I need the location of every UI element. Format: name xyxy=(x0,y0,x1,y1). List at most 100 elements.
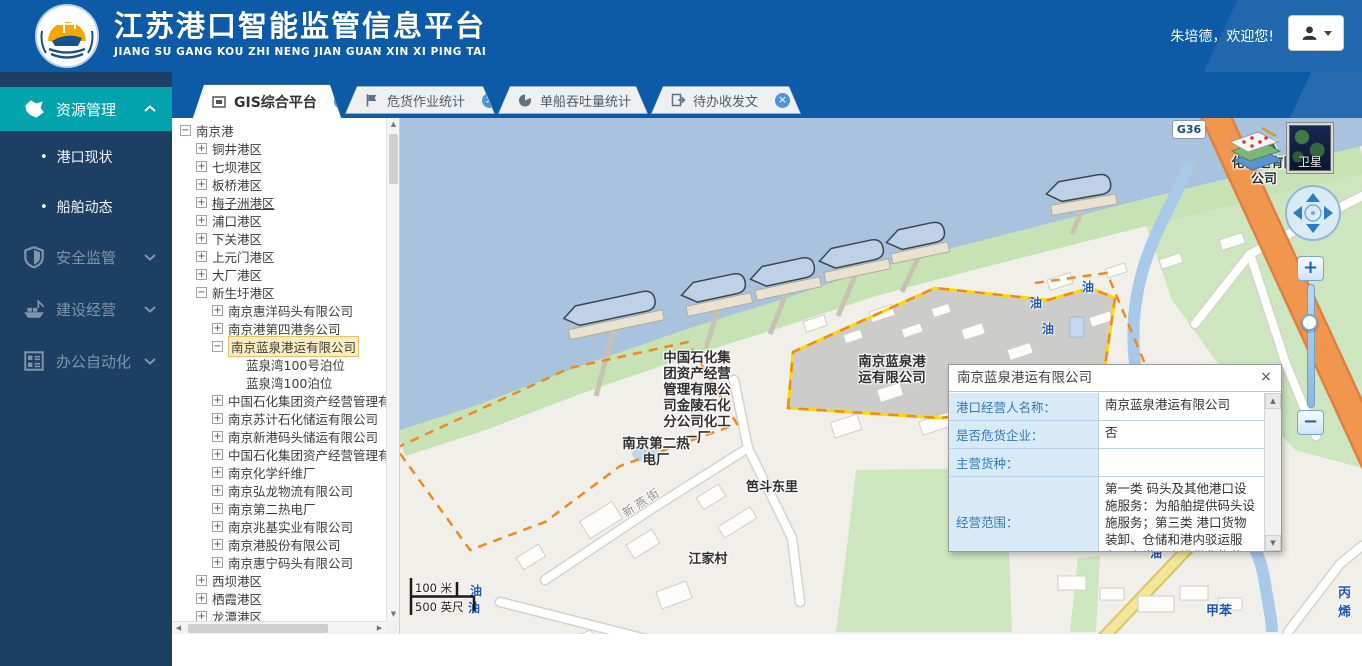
expand-icon[interactable] xyxy=(212,431,223,442)
expand-icon[interactable] xyxy=(196,161,207,172)
expand-icon[interactable] xyxy=(196,611,207,622)
tree-item[interactable]: 龙潭港区 xyxy=(176,607,386,621)
scroll-down-icon[interactable]: ▼ xyxy=(387,608,400,621)
expand-icon[interactable] xyxy=(196,233,207,244)
tree-item-berth[interactable]: 蓝泉湾100泊位 xyxy=(176,373,386,391)
expand-icon[interactable] xyxy=(212,467,223,478)
attribute-label: 港口经营人名称： xyxy=(949,393,1099,420)
sidebar-item-office-automation[interactable]: 办公自动化 xyxy=(0,349,172,373)
scrollbar-corner xyxy=(386,621,399,634)
sidebar-subitem-label: 船舶动态 xyxy=(57,197,113,217)
collapse-icon[interactable] xyxy=(196,287,207,298)
tree-item[interactable]: 南京新港码头储运有限公司 xyxy=(176,427,386,445)
expand-icon[interactable] xyxy=(212,539,223,550)
tab-close-button[interactable] xyxy=(334,94,349,109)
user-menu-button[interactable] xyxy=(1288,15,1344,51)
expand-icon[interactable] xyxy=(196,575,207,586)
tree-item[interactable]: 栖霞港区 xyxy=(176,589,386,607)
scroll-up-icon[interactable]: ▲ xyxy=(387,118,400,131)
tree-item-berth[interactable]: 蓝泉湾100号泊位 xyxy=(176,355,386,373)
scroll-right-icon[interactable]: ▶ xyxy=(373,622,386,635)
tree-item[interactable]: 西坝港区 xyxy=(176,571,386,589)
tree-item[interactable]: 中国石化集团资产经营管理有 xyxy=(176,391,386,409)
pie-chart-icon xyxy=(517,92,533,108)
gis-map-canvas[interactable]: 中国石化集团资产经营管理有限公司金陵石化分公司化工一厂 南京蓝泉港运有限公司 南… xyxy=(400,118,1362,634)
expand-icon[interactable] xyxy=(196,269,207,280)
tree-item[interactable]: 七坝港区 xyxy=(176,157,386,175)
expand-icon[interactable] xyxy=(196,179,207,190)
tree-item[interactable]: 南京第二热电厂 xyxy=(176,499,386,517)
tab-dangerous-cargo-stats[interactable]: 危货作业统计 xyxy=(345,86,495,114)
map-label-oil: 油 xyxy=(1030,294,1042,311)
expand-icon[interactable] xyxy=(212,305,223,316)
collapse-icon[interactable] xyxy=(212,341,223,352)
tree-item[interactable]: 南京兆基实业有限公司 xyxy=(176,517,386,535)
tree-item-nanjing-port[interactable]: 南京港 xyxy=(176,121,386,139)
tree-item[interactable]: 南京惠洋码头有限公司 xyxy=(176,301,386,319)
close-icon[interactable]: × xyxy=(1257,368,1275,386)
scrollbar-thumb[interactable] xyxy=(389,134,398,184)
table-row: 港口经营人名称： 南京蓝泉港运有限公司 xyxy=(949,393,1264,421)
zoom-slider-handle[interactable] xyxy=(1301,314,1318,331)
expand-icon[interactable] xyxy=(212,449,223,460)
sidebar-item-ship-dynamics[interactable]: 船舶动态 xyxy=(0,197,172,217)
map-pan-control[interactable] xyxy=(1284,184,1342,242)
collapse-icon[interactable] xyxy=(180,125,191,136)
tree-item[interactable]: 南京化学纤维厂 xyxy=(176,463,386,481)
scroll-down-icon[interactable]: ▼ xyxy=(1265,535,1281,551)
sidebar-item-construction-operation[interactable]: 建设经营 xyxy=(0,297,172,321)
map-label-thermal-plant: 南京第二热电厂 xyxy=(616,436,696,468)
tree-item[interactable]: 浦口港区 xyxy=(176,211,386,229)
page-title: 江苏港口智能监管信息平台 JIANG SU GANG KOU ZHI NENG … xyxy=(114,8,486,58)
expand-icon[interactable] xyxy=(212,485,223,496)
tree-item[interactable]: 大厂港区 xyxy=(176,265,386,283)
map-scale-bar: 100 米 500 英尺 xyxy=(408,576,498,622)
expand-icon[interactable] xyxy=(212,323,223,334)
tab-label: 危货作业统计 xyxy=(387,91,465,110)
tree-item[interactable]: 南京苏计石化储运有限公司 xyxy=(176,409,386,427)
tree-item[interactable]: 上元门港区 xyxy=(176,247,386,265)
expand-icon[interactable] xyxy=(196,251,207,262)
popup-scrollbar[interactable]: ▲ ▼ xyxy=(1264,393,1281,551)
expand-icon[interactable] xyxy=(212,557,223,568)
tree-item[interactable]: 南京弘龙物流有限公司 xyxy=(176,481,386,499)
expand-icon[interactable] xyxy=(196,593,207,604)
expand-icon[interactable] xyxy=(196,197,207,208)
expand-icon[interactable] xyxy=(212,503,223,514)
tree-item[interactable]: 板桥港区 xyxy=(176,175,386,193)
tree-item[interactable]: 铜井港区 xyxy=(176,139,386,157)
scrollbar-thumb[interactable] xyxy=(188,624,328,633)
tree-vertical-scrollbar[interactable]: ▲ ▼ xyxy=(386,118,399,621)
tab-label: 单船吞吐量统计 xyxy=(540,91,631,110)
sidebar-item-resource-management[interactable]: 资源管理 xyxy=(0,87,172,131)
tree-item[interactable]: 梅子洲港区 xyxy=(176,193,386,211)
expand-icon[interactable] xyxy=(212,521,223,532)
tab-close-button[interactable] xyxy=(482,93,497,108)
zoom-slider-track[interactable] xyxy=(1307,284,1315,408)
map-layers-marker-icon[interactable] xyxy=(1222,124,1286,176)
tab-pending-documents[interactable]: 待办收发文 xyxy=(651,86,801,114)
sidebar-item-port-status[interactable]: 港口现状 xyxy=(0,147,172,167)
sidebar-item-safety-supervision[interactable]: 安全监管 xyxy=(0,245,172,269)
scroll-left-icon[interactable]: ◀ xyxy=(172,622,185,635)
zoom-out-button[interactable]: − xyxy=(1297,410,1324,435)
expand-icon[interactable] xyxy=(212,413,223,424)
tree-item[interactable]: 下关港区 xyxy=(176,229,386,247)
tree-item[interactable]: 新生圩港区 xyxy=(176,283,386,301)
tab-single-ship-throughput-stats[interactable]: 单船吞吐量统计 xyxy=(498,86,648,114)
tree-item[interactable]: 南京惠宁码头有限公司 xyxy=(176,553,386,571)
satellite-view-button[interactable]: 卫星 xyxy=(1286,122,1334,174)
zoom-in-button[interactable]: + xyxy=(1297,256,1324,281)
gis-map-icon xyxy=(211,94,227,110)
tree-horizontal-scrollbar[interactable]: ◀ ▶ xyxy=(172,621,386,634)
tab-gis-platform[interactable]: GIS综合平台 xyxy=(192,84,342,118)
tree-item[interactable]: 南京港第四港务公司 xyxy=(176,319,386,337)
scroll-up-icon[interactable]: ▲ xyxy=(1265,393,1281,409)
tree-item-selected[interactable]: 南京蓝泉港运有限公司 xyxy=(176,337,386,355)
expand-icon[interactable] xyxy=(196,143,207,154)
expand-icon[interactable] xyxy=(196,215,207,226)
tree-item[interactable]: 南京港股份有限公司 xyxy=(176,535,386,553)
tree-item[interactable]: 中国石化集团资产经营管理有 xyxy=(176,445,386,463)
expand-icon[interactable] xyxy=(212,395,223,406)
tab-close-button[interactable] xyxy=(775,93,790,108)
